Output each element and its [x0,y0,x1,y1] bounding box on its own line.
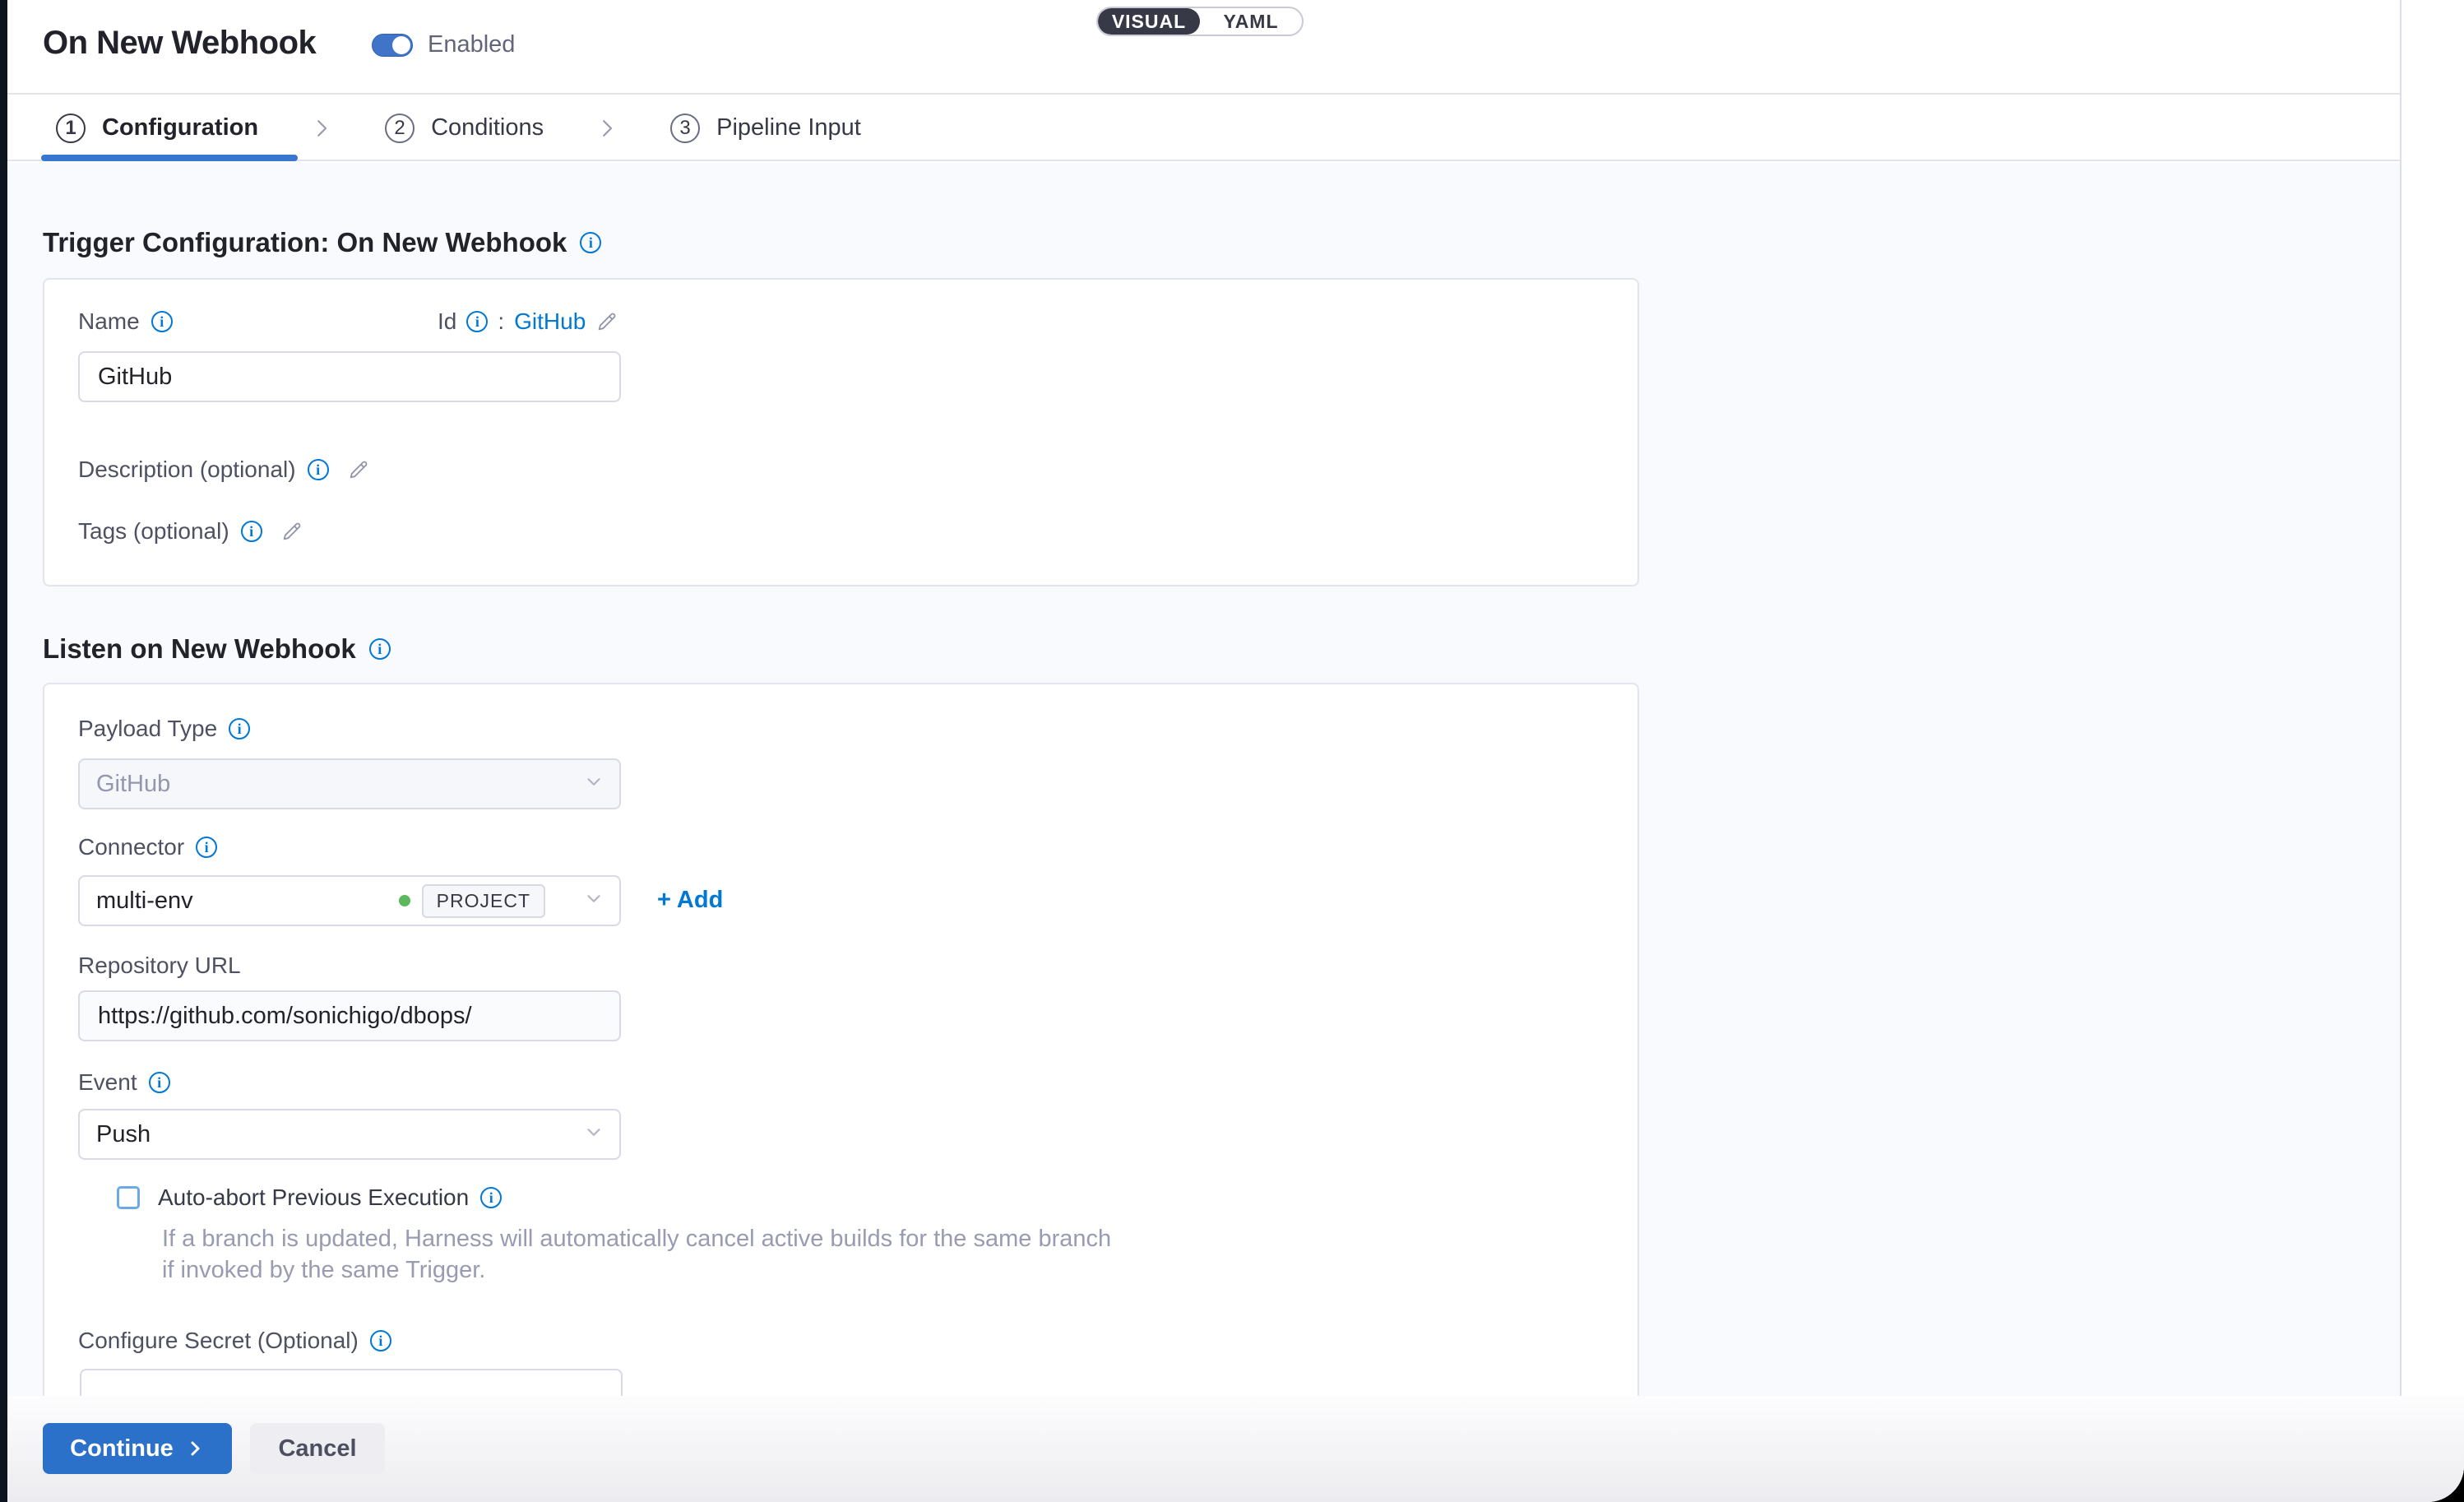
info-icon[interactable]: i [580,232,601,253]
tags-label: Tags (optional) [78,518,229,545]
tags-row: Tags (optional) i [78,518,303,545]
payload-type-select[interactable]: GitHub [78,758,621,809]
step-configuration[interactable]: 1 Configuration [56,114,258,143]
right-gutter [2400,0,2464,1502]
continue-label: Continue [70,1435,174,1463]
payload-type-value: GitHub [96,771,170,798]
name-label-row: Name i [78,308,173,335]
info-icon[interactable]: i [229,718,250,739]
edit-icon[interactable] [595,310,618,333]
info-icon[interactable]: i [466,311,488,332]
info-icon[interactable]: i [480,1187,502,1208]
header: On New Webhook Enabled VISUAL YAML [7,0,2400,95]
name-input[interactable] [78,351,621,402]
edit-icon[interactable] [347,458,370,481]
continue-button[interactable]: Continue [43,1423,232,1474]
step-conditions[interactable]: 2 Conditions [385,114,544,143]
info-icon[interactable]: i [308,459,329,480]
step-label: Pipeline Input [716,114,861,141]
secret-label: Configure Secret (Optional) [78,1328,359,1354]
listen-heading: Listen on New Webhook i [43,633,391,665]
connector-value: multi-env [96,888,193,915]
auto-abort-label: Auto-abort Previous Execution [158,1184,469,1211]
info-icon[interactable]: i [241,521,262,542]
event-label-row: Event i [78,1069,170,1096]
step-pipeline-input[interactable]: 3 Pipeline Input [670,114,861,143]
description-label: Description (optional) [78,457,296,483]
auto-abort-row: Auto-abort Previous Execution i [117,1184,502,1211]
id-separator: : [498,308,504,335]
cancel-button[interactable]: Cancel [250,1423,385,1474]
add-connector-button[interactable]: + Add [657,887,723,914]
id-label: Id [438,308,456,335]
payload-type-label: Payload Type [78,716,217,742]
chevron-right-icon [309,116,334,141]
step-number: 3 [670,114,700,143]
chevron-down-icon [583,888,604,914]
wizard-footer: Continue Cancel [0,1396,2464,1502]
event-label: Event [78,1069,137,1096]
name-label: Name [78,308,140,335]
info-icon[interactable]: i [369,638,391,660]
id-value-link[interactable]: GitHub [514,308,586,335]
chevron-down-icon [583,772,604,797]
auto-abort-checkbox[interactable] [117,1186,140,1209]
wizard-stepper: 1 Configuration 2 Conditions 3 Pipeline … [7,96,2400,161]
description-row: Description (optional) i [78,457,370,483]
auto-abort-help-line1: If a branch is updated, Harness will aut… [162,1224,1111,1254]
toggle-knob [392,36,410,54]
chevron-right-icon [595,116,619,141]
heading-text: Listen on New Webhook [43,633,356,665]
trigger-configuration-heading: Trigger Configuration: On New Webhook i [43,227,601,258]
connector-scope-badge: PROJECT [422,884,545,918]
event-select[interactable]: Push [78,1109,621,1160]
info-icon[interactable]: i [370,1330,391,1351]
connector-label: Connector [78,834,184,860]
listen-card: Payload Type i GitHub Connector i multi-… [43,683,1639,1502]
chevron-right-icon [185,1439,205,1458]
info-icon[interactable]: i [149,1072,170,1093]
trigger-configuration-card: Name i Id i : GitHub Description (option… [43,278,1639,586]
repo-url-label: Repository URL [78,953,241,979]
edit-icon[interactable] [280,520,303,543]
connector-label-row: Connector i [78,834,217,860]
tab-visual[interactable]: VISUAL [1098,8,1200,35]
enabled-toggle-row: Enabled [372,31,515,58]
info-icon[interactable]: i [151,311,173,332]
visual-yaml-switch: VISUAL YAML [1096,7,1304,36]
repo-url-input[interactable] [78,990,621,1041]
enabled-toggle[interactable] [372,34,413,57]
tab-yaml[interactable]: YAML [1200,8,1302,35]
repo-url-label-row: Repository URL [78,953,241,979]
chevron-down-icon [583,1122,604,1147]
auto-abort-help-line2: if invoked by the same Trigger. [162,1255,485,1286]
secret-label-row: Configure Secret (Optional) i [78,1328,391,1354]
configuration-panel: Trigger Configuration: On New Webhook i … [7,163,2400,1502]
step-label: Conditions [431,114,544,141]
active-step-underline [41,155,298,161]
cancel-label: Cancel [278,1435,356,1463]
collapsed-sidebar-edge [0,0,7,1502]
heading-text: Trigger Configuration: On New Webhook [43,227,567,258]
step-number: 1 [56,114,86,143]
step-label: Configuration [102,114,258,141]
event-value: Push [96,1121,151,1148]
connector-select[interactable]: multi-env PROJECT [78,875,621,926]
step-number: 2 [385,114,415,143]
enabled-label: Enabled [428,31,515,58]
id-row: Id i : GitHub [438,308,618,335]
connector-status-dot [399,895,410,906]
payload-type-label-row: Payload Type i [78,716,250,742]
info-icon[interactable]: i [196,837,217,858]
trigger-wizard-window: On New Webhook Enabled VISUAL YAML 1 Con… [0,0,2464,1502]
page-title: On New Webhook [43,25,316,62]
